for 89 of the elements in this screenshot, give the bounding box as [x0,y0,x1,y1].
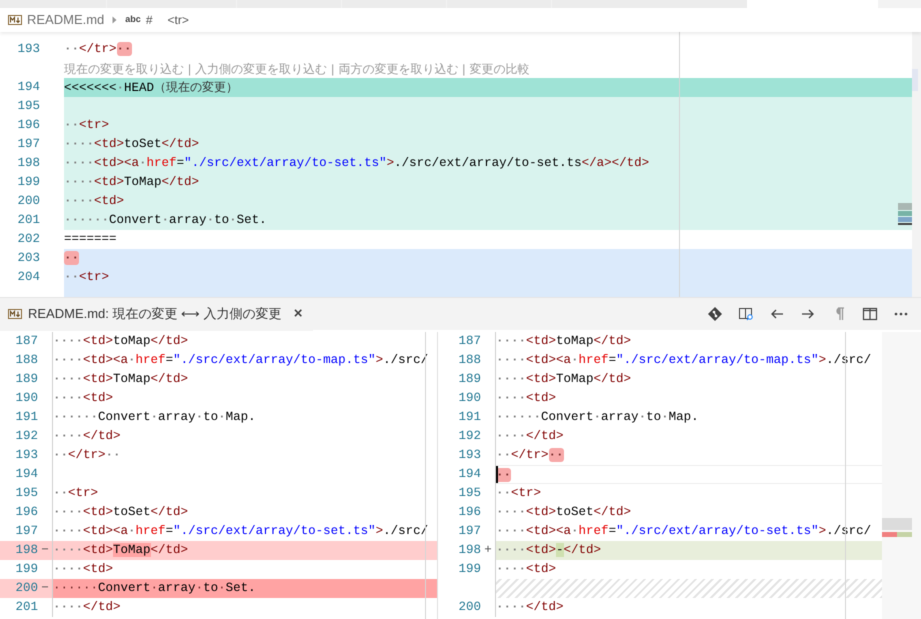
line-number: 196 [14,504,38,521]
line-number: 202 [16,231,40,248]
codelens-link[interactable]: 入力側の変更を取り込む [195,60,328,78]
line-number: 201 [16,212,40,229]
line-number: 189 [457,371,481,388]
code-line: ····<td><a·href="./src/ext/array/to-set.ts">./src/ [496,523,872,540]
breadcrumb-item[interactable]: # [146,11,152,29]
line-number: 194 [457,466,481,483]
line-number: 196 [457,504,481,521]
line-number: 193 [16,41,40,58]
code-line: ····<td>toSet</td> [53,504,190,521]
git-compare-icon[interactable] [707,306,723,322]
code-line: ··<tr> [496,485,542,502]
overview-ruler [898,203,912,225]
code-line: ··</tr>·· [64,41,133,58]
file-name[interactable]: README.md [27,10,104,30]
line-number: 200 [14,580,38,597]
line-number: 191 [457,409,481,426]
line-number: 201 [14,599,38,616]
line-number: 203 [16,250,40,267]
code-line: ····<td> [496,390,558,407]
codelens-link[interactable]: 変更の比較 [469,60,530,78]
line-number: 195 [14,485,38,502]
markdown-file-icon [8,309,22,319]
line-number: 204 [16,269,40,286]
code-line: ··</tr>·· [496,447,565,464]
separator: | [188,60,192,78]
breadcrumb-item[interactable]: <tr> [168,11,189,29]
codelens-link[interactable]: 現在の変更を取り込む [64,60,184,78]
line-number: 197 [16,136,40,153]
code-line: ····<td>ToMap</td> [496,371,632,388]
code-line: ······Convert·array·to·Map. [53,409,257,426]
code-line: ····<td><a·href="./src/ext/array/to-map.ts">./src/ [53,352,430,369]
line-number: 189 [14,371,38,388]
separator: | [462,60,466,78]
code-line: ····</td> [496,428,565,445]
line-number: 193 [14,447,38,464]
code-line: ··<tr> [53,485,100,502]
line-number: 197 [457,523,481,540]
code-line: ····<td>ToMap</td> [53,542,190,559]
line-number: 199 [14,561,38,578]
scrollbar[interactable] [912,32,921,297]
line-number: 188 [457,352,481,369]
line-number: 195 [16,98,40,115]
code-line: ····</td> [53,428,122,445]
code-line: ····<td><a·href="./src/ext/array/to-map.ts">./src/ [496,352,872,369]
line-number: 197 [14,523,38,540]
code-line: ······Convert·array·to·Map. [496,409,700,426]
line-number: 198 [457,542,481,559]
code-line: ····<td>toMap</td> [496,333,632,350]
line-number: 198 [16,155,40,172]
close-button[interactable]: × [294,302,303,326]
code-line: ======= [64,231,118,248]
codelens-link[interactable]: 両方の変更を取り込む [338,60,458,78]
line-number: 187 [457,333,481,350]
line-number: 190 [457,390,481,407]
line-number: 194 [14,466,38,483]
code-line: ····<td> [53,561,114,578]
line-number: 199 [457,561,481,578]
code-line: ····</td> [53,599,122,616]
code-line: ····<td>toSet</td> [496,504,632,521]
line-number: 192 [14,428,38,445]
line-number: 198 [14,542,38,559]
line-number: 194 [16,79,40,96]
code-line: ····<td><a·href="./src/ext/array/to-set.ts">./src/ [53,523,430,540]
line-number: 190 [14,390,38,407]
line-number: 196 [16,117,40,134]
line-number: 192 [457,428,481,445]
line-number: 200 [16,193,40,210]
line-number: 199 [16,174,40,191]
split-editor-icon[interactable] [862,306,878,322]
code-line: ····</td> [496,599,565,616]
separator: | [331,60,334,78]
line-number: 193 [457,447,481,464]
line-number: 200 [457,599,481,616]
chevron-icon [112,16,118,24]
symbol-label: abc [125,13,141,26]
code-line: ··</tr>·· [53,447,122,464]
line-number: 188 [14,352,38,369]
code-line: ····<td>ToMap</td> [53,371,190,388]
inline-view-icon[interactable] [738,306,754,322]
line-number: 191 [14,409,38,426]
markdown-file-icon [8,15,22,25]
code-line: ·· [496,465,882,484]
line-number: 187 [14,333,38,350]
code-line: ····<td>toMap</td> [53,333,190,350]
code-line: ····<td> [496,561,558,578]
code-line: ····<td> [53,390,114,407]
line-number: 195 [457,485,481,502]
